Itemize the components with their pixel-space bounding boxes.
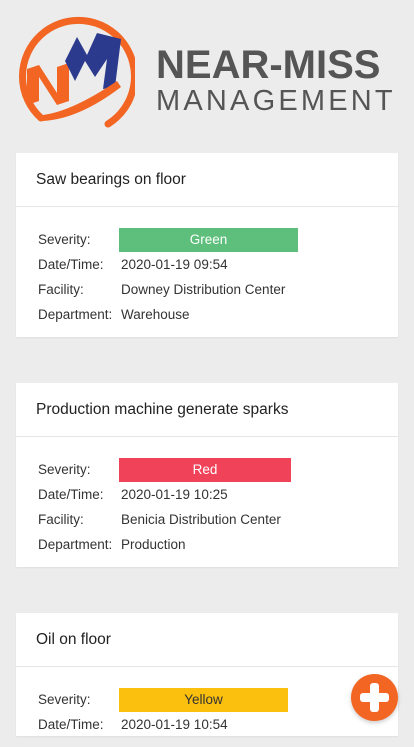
datetime-value: 2020-01-19 09:54: [121, 257, 228, 272]
report-title: Production machine generate sparks: [16, 383, 398, 437]
brand-line-1: NEAR-MISS: [156, 43, 381, 87]
datetime-value: 2020-01-19 10:25: [121, 487, 228, 502]
datetime-label: Date/Time:: [38, 717, 104, 732]
department-value: Production: [121, 537, 186, 552]
severity-badge: Yellow: [119, 687, 288, 712]
report-details: Severity: Red Date/Time: 2020-01-19 10:2…: [16, 437, 398, 567]
app-header: NEAR-MISS MANAGEMENT: [0, 0, 414, 140]
severity-badge: Green: [119, 227, 298, 252]
report-card[interactable]: Production machine generate sparks Sever…: [16, 383, 398, 567]
brand-wordmark: NEAR-MISS MANAGEMENT: [156, 44, 406, 116]
facility-row: Facility: Downey Distribution Center: [38, 277, 398, 302]
brand-line-2: MANAGEMENT: [156, 85, 396, 117]
severity-label: Severity:: [38, 462, 91, 477]
report-details: Severity: Green Date/Time: 2020-01-19 09…: [16, 207, 398, 337]
department-row: Department: Warehouse: [38, 302, 398, 327]
report-title: Saw bearings on floor: [16, 153, 398, 207]
datetime-row: Date/Time: 2020-01-19 10:54: [38, 712, 398, 737]
facility-value: Downey Distribution Center: [121, 282, 286, 297]
severity-label: Severity:: [38, 232, 91, 247]
department-label: Department:: [38, 537, 113, 552]
datetime-row: Date/Time: 2020-01-19 10:25: [38, 482, 398, 507]
department-value: Warehouse: [121, 307, 190, 322]
report-card[interactable]: Oil on floor Severity: Yellow Date/Time:…: [16, 613, 398, 736]
facility-label: Facility:: [38, 282, 84, 297]
severity-row: Severity: Yellow: [38, 687, 398, 712]
datetime-row: Date/Time: 2020-01-19 09:54: [38, 252, 398, 277]
datetime-value: 2020-01-19 10:54: [121, 717, 228, 732]
near-miss-logo-icon: [19, 16, 135, 128]
department-label: Department:: [38, 307, 113, 322]
severity-row: Severity: Green: [38, 227, 398, 252]
facility-label: Facility:: [38, 512, 84, 527]
datetime-label: Date/Time:: [38, 487, 104, 502]
severity-row: Severity: Red: [38, 457, 398, 482]
facility-value: Benicia Distribution Center: [121, 512, 281, 527]
facility-row: Facility: Benicia Distribution Center: [38, 507, 398, 532]
severity-badge: Red: [119, 457, 291, 482]
report-title: Oil on floor: [16, 613, 398, 667]
severity-label: Severity:: [38, 692, 91, 707]
datetime-label: Date/Time:: [38, 257, 104, 272]
add-report-button[interactable]: [351, 674, 398, 721]
report-details: Severity: Yellow Date/Time: 2020-01-19 1…: [16, 667, 398, 747]
report-card[interactable]: Saw bearings on floor Severity: Green Da…: [16, 153, 398, 337]
department-row: Department: Production: [38, 532, 398, 557]
